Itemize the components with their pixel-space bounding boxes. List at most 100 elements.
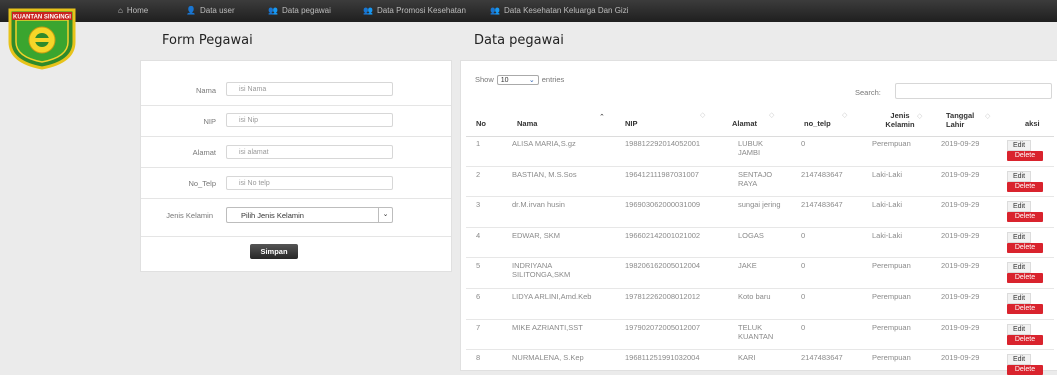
- delete-button[interactable]: Delete: [1007, 365, 1043, 375]
- cell-nip: 197812262008012012: [625, 292, 701, 301]
- search-input[interactable]: [895, 83, 1052, 99]
- show-label: Show: [475, 75, 494, 84]
- col-header-tanggal-lahir[interactable]: Tanggal Lahir: [946, 111, 978, 129]
- edit-button[interactable]: Edit: [1007, 231, 1031, 243]
- nav-home[interactable]: ⌂ Home: [118, 0, 148, 22]
- edit-button[interactable]: Edit: [1007, 262, 1031, 274]
- row-divider: [466, 288, 1054, 289]
- nip-label: NIP: [203, 117, 216, 126]
- cell-alamat: LOGAS: [738, 230, 764, 240]
- row-divider: [466, 349, 1054, 351]
- telp-input[interactable]: isi No telp: [226, 176, 393, 190]
- cell-telp: 0: [801, 139, 806, 148]
- delete-button[interactable]: Delete: [1007, 181, 1043, 192]
- cell-alamat: KARI: [738, 353, 756, 363]
- nav-data-promosi-kesehatan[interactable]: 👥 Data Promosi Kesehatan: [363, 0, 466, 22]
- edit-button[interactable]: Edit: [1007, 140, 1031, 151]
- col-header-no-telp[interactable]: no_telp: [804, 119, 831, 128]
- cell-nama: ALISA MARIA,S.gz: [512, 139, 576, 148]
- cell-nip: 196903062000031009: [625, 200, 701, 210]
- nav-data-kesehatan-keluarga[interactable]: 👥 Data Kesehatan Keluarga Dan Gizi: [490, 0, 629, 22]
- cell-nama: EDWAR, SKM: [512, 230, 561, 240]
- entries-length-control: Show 10 ⌄ entries: [475, 75, 564, 86]
- telp-label: No_Telp: [188, 179, 216, 188]
- edit-button[interactable]: Edit: [1007, 201, 1031, 213]
- cell-nama: BASTIAN, M.S.Sos: [512, 169, 577, 179]
- cell-no: 4: [476, 230, 481, 240]
- cell-alamat: sungai jering: [738, 200, 781, 210]
- col-header-alamat[interactable]: Alamat: [732, 119, 757, 128]
- form-row-nip: NIP isi Nip: [141, 105, 451, 137]
- delete-button[interactable]: Delete: [1007, 334, 1043, 345]
- logo-banner-text: KUANTAN SINGINGI: [13, 15, 71, 21]
- cell-tgl: 2019-09-29: [941, 292, 980, 301]
- cell-telp: 0: [801, 322, 806, 332]
- cell-no: 1: [476, 139, 481, 148]
- row-divider: [466, 196, 1054, 198]
- jenis-kelamin-select[interactable]: Pilih Jenis Kelamin ⌄: [226, 207, 393, 223]
- form-row-nama: Nama isi Nama: [141, 74, 451, 105]
- nav-data-pegawai[interactable]: 👥 Data pegawai: [268, 0, 331, 22]
- row-divider: [466, 318, 1054, 320]
- cell-nip: 198206162005012004: [625, 261, 701, 271]
- row-divider: [466, 257, 1054, 259]
- nip-input[interactable]: isi Nip: [226, 113, 393, 127]
- sort-asc-icon: ⌃: [599, 114, 605, 121]
- cell-telp: 2147483647: [801, 169, 843, 179]
- delete-button[interactable]: Delete: [1007, 273, 1043, 284]
- col-header-no[interactable]: No: [476, 119, 486, 128]
- cell-no: 8: [476, 353, 481, 363]
- simpan-button[interactable]: Simpan: [250, 244, 298, 259]
- cell-telp: 0: [801, 261, 806, 271]
- delete-button[interactable]: Delete: [1007, 151, 1043, 161]
- delete-button[interactable]: Delete: [1007, 212, 1043, 223]
- chevron-down-icon: ⌄: [378, 208, 392, 222]
- cell-no: 6: [476, 292, 481, 301]
- jenis-kelamin-selected: Pilih Jenis Kelamin: [241, 211, 304, 220]
- cell-telp: 0: [801, 230, 806, 240]
- group-icon: 👥: [490, 6, 500, 15]
- col-header-aksi: aksi: [1025, 119, 1040, 128]
- top-navbar: ⌂ Home 👤 Data user 👥 Data pegawai 👥 Data Pro…: [0, 0, 1057, 22]
- cell-nip: 196602142001021002: [625, 230, 701, 240]
- form-row-divider: [141, 236, 451, 237]
- alamat-label: Alamat: [192, 148, 216, 157]
- cell-no: 2: [476, 169, 481, 179]
- nav-data-user[interactable]: 👤 Data user: [186, 0, 235, 22]
- cell-jk: Laki-Laki: [872, 230, 903, 240]
- col-header-nama[interactable]: Nama: [517, 119, 537, 128]
- cell-no: 5: [476, 261, 481, 271]
- alamat-input[interactable]: isi alamat: [226, 145, 393, 159]
- cell-tgl: 2019-09-29: [941, 353, 980, 363]
- entries-select-value: 10: [500, 77, 509, 85]
- edit-button[interactable]: Edit: [1007, 293, 1031, 304]
- entries-select[interactable]: 10 ⌄: [496, 75, 539, 86]
- regency-logo: KUANTAN SINGINGI: [6, 6, 78, 70]
- cell-nama: LIDYA ARLINI,Amd.Keb: [512, 292, 592, 301]
- edit-button[interactable]: Edit: [1007, 170, 1031, 182]
- sort-icon: ◇: [769, 112, 775, 119]
- cell-no: 3: [476, 200, 481, 210]
- cell-tgl: 2019-09-29: [941, 322, 980, 332]
- nama-input[interactable]: isi Nama: [226, 82, 393, 96]
- nav-kesehatan-label: Data Kesehatan Keluarga Dan Gizi: [503, 6, 629, 15]
- edit-button[interactable]: Edit: [1007, 323, 1031, 335]
- nav-home-label: Home: [126, 6, 149, 15]
- form-row-alamat: Alamat isi alamat: [141, 136, 451, 168]
- home-icon: ⌂: [118, 6, 123, 15]
- cell-no: 7: [476, 322, 481, 332]
- cell-alamat: Koto baru: [738, 292, 771, 301]
- group-icon: 👥: [268, 6, 278, 15]
- table-title: Data pegawai: [474, 33, 564, 48]
- cell-nama: MIKE AZRIANTI,SST: [512, 322, 583, 332]
- col-header-jenis-kelamin[interactable]: Jenis Kelamin: [881, 111, 919, 129]
- cell-jk: Perempuan: [872, 139, 911, 148]
- edit-button[interactable]: Edit: [1007, 354, 1031, 366]
- delete-button[interactable]: Delete: [1007, 242, 1043, 253]
- cell-nip: 198812292014052001: [625, 139, 701, 148]
- cell-jk: Laki-Laki: [872, 200, 903, 210]
- col-header-nip[interactable]: NIP: [625, 119, 638, 128]
- delete-button[interactable]: Delete: [1007, 304, 1043, 314]
- chevron-down-icon: ⌄: [528, 77, 535, 85]
- cell-tgl: 2019-09-29: [941, 261, 980, 271]
